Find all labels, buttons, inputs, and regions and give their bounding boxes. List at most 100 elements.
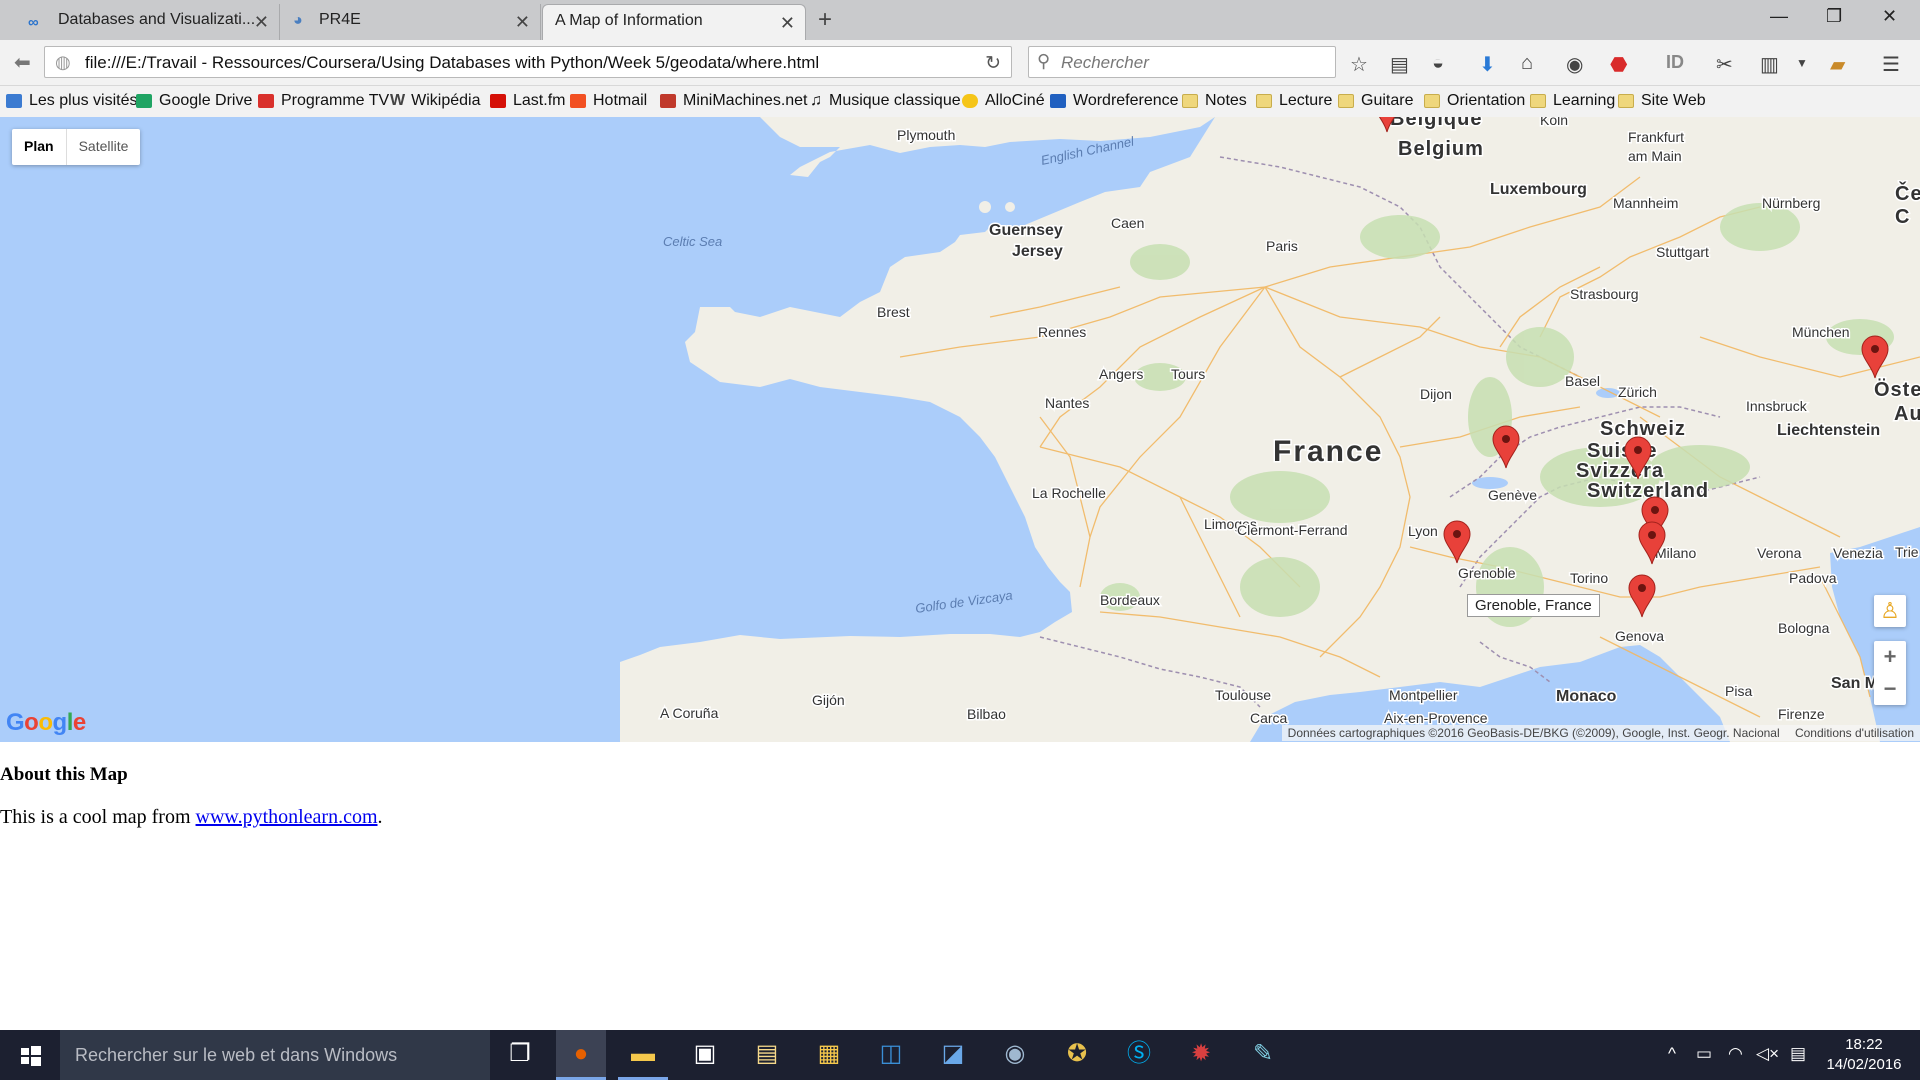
tray-chevron-up-icon[interactable]: ^ [1668, 1044, 1676, 1064]
google-logo[interactable]: Google [6, 709, 86, 737]
bookmark-item[interactable]: AlloCiné [962, 92, 1045, 110]
outlook-icon[interactable]: ◫ [866, 1030, 916, 1080]
bookmark-item[interactable]: Wordreference [1050, 92, 1179, 110]
map-label: Köln [1540, 117, 1568, 128]
bookmarks-toolbar: Les plus visités Google Drive Programme … [0, 86, 1920, 118]
map-label: Plymouth [897, 127, 955, 143]
map-label: Lyon [1408, 523, 1438, 539]
bookmark-item[interactable]: Last.fm [490, 92, 565, 110]
map-type-control: Plan Satellite [12, 129, 141, 165]
remote-desktop-icon[interactable]: ◪ [928, 1030, 978, 1080]
maximize-icon[interactable]: ❐ [1826, 6, 1842, 27]
documents-icon[interactable]: ▤ [742, 1030, 792, 1080]
url-bar[interactable]: ◍ file:///E:/Travail - Ressources/Course… [44, 46, 1012, 78]
map-label: Nantes [1045, 395, 1089, 411]
bookmark-item[interactable]: ♫ Musique classique [810, 92, 961, 110]
tab-map-of-information[interactable]: A Map of Information ✕ [542, 4, 806, 40]
chat-icon[interactable]: ◉ [1566, 52, 1583, 77]
bookmark-label: Lecture [1279, 92, 1333, 109]
close-icon[interactable]: ✕ [254, 12, 269, 33]
map-label: Paris [1266, 238, 1298, 254]
pocket-icon[interactable]: ◒ [1432, 52, 1444, 75]
bookmark-item[interactable]: Les plus visités [6, 92, 138, 110]
game-app-icon[interactable]: ✪ [1052, 1030, 1102, 1080]
folder-icon [1182, 94, 1198, 108]
extension-icon[interactable]: ✂ [1716, 52, 1733, 77]
lastfm-icon [490, 94, 506, 108]
chevron-down-icon[interactable]: ▼ [1796, 56, 1808, 70]
site-identity-icon[interactable]: ◍ [55, 52, 71, 73]
map-label: Milano [1655, 545, 1696, 561]
zoom-out-button[interactable]: − [1874, 673, 1906, 705]
start-button[interactable] [0, 1030, 60, 1080]
new-tab-button[interactable]: + [818, 6, 832, 34]
bookmark-folder[interactable]: Notes [1182, 92, 1247, 110]
download-icon[interactable]: ⬇ [1479, 52, 1496, 77]
map-label: Rennes [1038, 324, 1086, 340]
bookmark-folder[interactable]: Site Web [1618, 92, 1706, 110]
zoom-in-button[interactable]: + [1874, 641, 1906, 673]
map-marker-dot [1648, 531, 1656, 539]
tab-pr4e[interactable]: ◕ PR4E ✕ [281, 4, 541, 40]
id-icon[interactable]: ID [1666, 52, 1684, 73]
terms-link[interactable]: Conditions d'utilisation [1795, 726, 1914, 740]
search-bar[interactable]: ⚲ Rechercher [1028, 46, 1336, 78]
firefox-icon[interactable]: ● [556, 1030, 606, 1080]
bookmark-item[interactable]: Google Drive [136, 92, 252, 110]
reload-icon[interactable]: ↻ [985, 52, 1001, 75]
url-text[interactable]: file:///E:/Travail - Ressources/Coursera… [85, 53, 819, 73]
home-icon[interactable]: ⌂ [1521, 52, 1533, 75]
aperture-app-icon[interactable]: ✹ [1176, 1030, 1226, 1080]
taskbar-clock[interactable]: 18:22 14/02/2016 [1824, 1035, 1904, 1075]
paint-app-icon[interactable]: ✎ [1238, 1030, 1288, 1080]
close-icon[interactable]: ✕ [780, 13, 795, 34]
bookmark-star-icon[interactable]: ☆ [1350, 52, 1368, 77]
skype-icon[interactable]: Ⓢ [1114, 1030, 1164, 1080]
map-label: Zürich [1618, 384, 1657, 400]
map-marker-dot [1502, 435, 1510, 443]
about-paragraph: This is a cool map from www.pythonlearn.… [0, 806, 383, 829]
map-label: Toulouse [1215, 687, 1271, 703]
coursera-icon: ∞ [28, 14, 39, 31]
clipboard-icon[interactable]: ▥ [1760, 52, 1779, 77]
close-window-icon[interactable]: ✕ [1882, 6, 1897, 27]
back-button[interactable]: ⬅ [14, 50, 31, 75]
bookmark-folder[interactable]: Learning [1530, 92, 1615, 110]
tab-databases[interactable]: ∞ Databases and Visualizati... ✕ [0, 4, 280, 40]
map-label: Bologna [1778, 620, 1830, 636]
map-type-plan-button[interactable]: Plan [12, 129, 66, 165]
close-icon[interactable]: ✕ [515, 12, 530, 33]
map-type-satellite-button[interactable]: Satellite [65, 129, 141, 165]
adblock-icon[interactable]: ⬣ [1610, 52, 1627, 77]
volume-muted-icon[interactable]: ◁× [1756, 1044, 1779, 1064]
bookmark-folder[interactable]: Lecture [1256, 92, 1332, 110]
battery-icon[interactable]: ▭ [1696, 1044, 1712, 1064]
map-canvas[interactable]: Belgique Belgium Plymouth English Channel Kö… [0, 117, 1920, 742]
notebook-icon[interactable]: ▰ [1830, 52, 1845, 77]
folder-icon[interactable]: ▦ [804, 1030, 854, 1080]
street-view-pegman-icon[interactable]: ♙ [1874, 595, 1906, 627]
hotmail-icon [570, 94, 586, 108]
pythonlearn-link[interactable]: www.pythonlearn.com [196, 806, 378, 828]
bookmark-folder[interactable]: Guitare [1338, 92, 1413, 110]
reading-list-icon[interactable]: ▤ [1390, 52, 1409, 77]
task-view-icon[interactable]: ❐ [495, 1030, 545, 1080]
bookmark-item[interactable]: Programme TV [258, 92, 389, 110]
bookmark-folder[interactable]: Orientation [1424, 92, 1525, 110]
action-center-icon[interactable]: ▤ [1790, 1044, 1806, 1064]
file-explorer-icon[interactable]: ▬ [618, 1030, 668, 1080]
menu-icon[interactable]: ☰ [1882, 52, 1900, 77]
taskbar-search-box[interactable]: Rechercher sur le web et dans Windows [60, 1030, 490, 1080]
map-label: Stuttgart [1656, 244, 1709, 260]
steam-icon[interactable]: ◉ [990, 1030, 1040, 1080]
map-marker-dot [1871, 345, 1879, 353]
store-icon[interactable]: ▣ [680, 1030, 730, 1080]
bookmark-item[interactable]: W Wikipédia [390, 92, 480, 110]
minimize-icon[interactable]: — [1770, 6, 1788, 27]
bookmark-item[interactable]: MiniMachines.net [660, 92, 808, 110]
map-label: am Main [1628, 148, 1682, 164]
wifi-icon[interactable]: ◠ [1728, 1044, 1743, 1064]
bookmark-label: Orientation [1447, 92, 1526, 109]
bookmark-item[interactable]: Hotmail [570, 92, 647, 110]
bookmark-label: Programme TV [281, 92, 390, 109]
